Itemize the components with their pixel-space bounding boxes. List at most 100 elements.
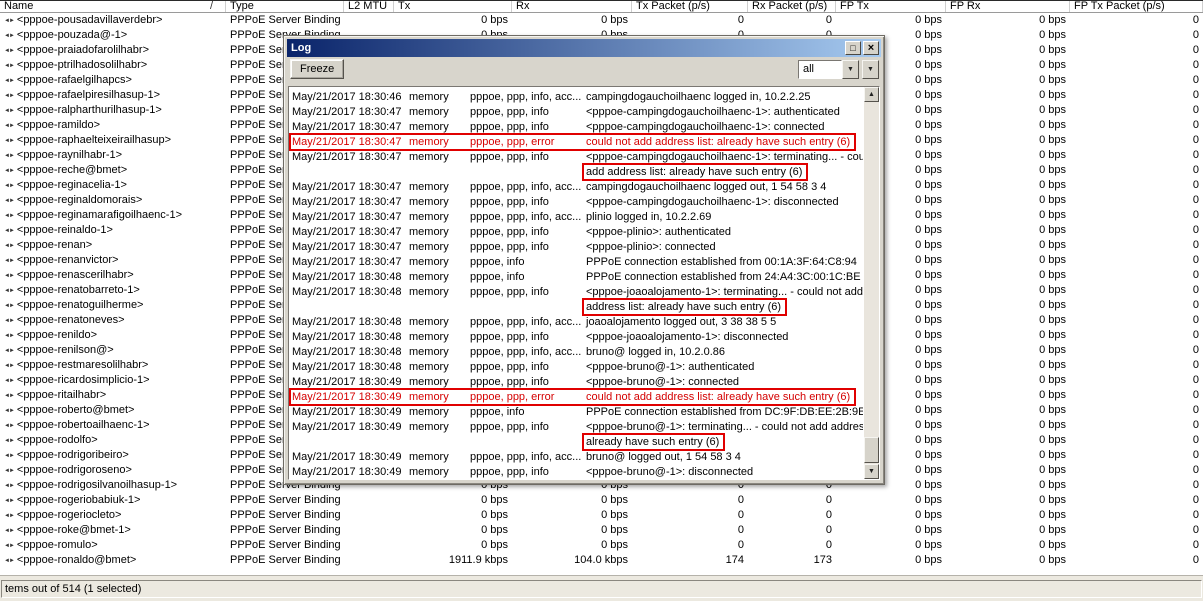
interface-icon: ◄► [4,288,15,294]
filter-dropdown-icon[interactable]: ▼ [842,59,859,79]
log-scrollbar[interactable]: ▲ ▼ [863,87,879,479]
column-header-fp-tx-packet-p-s-[interactable]: FP Tx Packet (p/s) [1070,1,1203,12]
log-row[interactable]: May/21/2017 18:30:49 memory pppoe, ppp, in… [292,420,863,435]
log-buffer: memory [409,451,449,463]
log-row[interactable]: already have such entry (6) [292,433,863,451]
log-time: May/21/2017 18:30:49 [292,421,402,433]
cell-fp-tx: 0 bps [915,554,942,566]
cell-name: ◄► <pppoe-ronaldo@bmet> [0,553,226,568]
log-row[interactable]: May/21/2017 18:30:47 memory pppoe, ppp, in… [292,180,863,195]
annotation-box [582,298,788,316]
log-row[interactable]: address list: already have such entry (6… [292,298,863,316]
log-time: May/21/2017 18:30:46 [292,91,402,103]
cell-fp-rx: 0 bps [1039,329,1066,341]
log-time: May/21/2017 18:30:47 [292,211,402,223]
cell-fp-rx: 0 bps [1039,314,1066,326]
log-row[interactable]: May/21/2017 18:30:48 memory pppoe, ppp, in… [292,315,863,330]
column-header-type[interactable]: Type [226,1,344,12]
log-time [292,435,409,450]
cell-name: ◄► <pppoe-rafaelpiresilhasup-1> [0,88,226,103]
interface-name: <pppoe-rafaelgilhapcs> [16,74,132,86]
log-row[interactable]: May/21/2017 18:30:47 memory pppoe, ppp, in… [292,150,863,165]
log-row-content: May/21/2017 18:30:47 memory pppoe, ppp, er… [289,133,857,151]
log-row[interactable]: May/21/2017 18:30:48 memory pppoe, info PPP… [292,270,863,285]
log-row[interactable]: May/21/2017 18:30:47 memory pppoe, ppp, in… [292,225,863,240]
log-row-content: May/21/2017 18:30:49 memory pppoe, ppp, er… [289,388,857,406]
column-header-fp-rx[interactable]: FP Rx [946,1,1070,12]
log-row[interactable]: May/21/2017 18:30:49 memory pppoe, ppp, in… [292,450,863,465]
log-topics: pppoe, ppp, info, acc... [470,346,582,358]
log-topics: pppoe, info [470,256,525,268]
scroll-down-button[interactable]: ▼ [864,464,879,479]
scrollbar-thumb[interactable] [864,437,879,463]
column-header-label: Rx Packet (p/s) [752,1,828,12]
log-row[interactable]: May/21/2017 18:30:49 memory pppoe, ppp, er… [289,388,863,406]
log-message: already have such entry (6) [582,433,726,451]
table-row[interactable]: ◄► <pppoe-rogeriocleto> PPPoE Server Bindi… [0,508,1203,523]
log-row[interactable]: May/21/2017 18:30:47 memory pppoe, info PPP… [292,255,863,270]
log-row[interactable]: add address list: already have such entr… [292,163,863,181]
cell-fp-tx: 0 bps [915,524,942,536]
log-row[interactable]: May/21/2017 18:30:47 memory pppoe, ppp, in… [292,240,863,255]
interface-icon: ◄► [4,213,15,219]
cell-tx-packet: 0 [737,494,744,506]
table-row[interactable]: ◄► <pppoe-pousadavillaverdebr> PPPoE Serve… [0,13,1203,28]
table-row[interactable]: ◄► <pppoe-ronaldo@bmet> PPPoE Server Bindi… [0,553,1203,568]
log-row[interactable]: May/21/2017 18:30:46 memory pppoe, ppp, in… [292,90,863,105]
close-button[interactable]: × [863,41,879,55]
log-row[interactable]: May/21/2017 18:30:47 memory pppoe, ppp, in… [292,105,863,120]
log-row[interactable]: May/21/2017 18:30:48 memory pppoe, ppp, in… [292,285,863,300]
interface-icon: ◄► [4,453,15,459]
interface-name: <pppoe-pousadavillaverdebr> [16,14,163,26]
log-row[interactable]: May/21/2017 18:30:47 memory pppoe, ppp, in… [292,120,863,135]
column-header-tx[interactable]: Tx [394,1,512,12]
interface-icon: ◄► [4,528,15,534]
log-row-content: May/21/2017 18:30:48 memory pppoe, info PPP… [292,270,861,285]
maximize-button[interactable]: □ [845,41,861,55]
filter-value[interactable]: all [798,59,842,79]
log-topics: pppoe, info [470,406,525,418]
log-row[interactable]: May/21/2017 18:30:47 memory pppoe, ppp, in… [292,210,863,225]
table-row[interactable]: ◄► <pppoe-rogeriobabiuk-1> PPPoE Server Bi… [0,493,1203,508]
log-message: <pppoe-campingdogauchoilhaenc-1>: authen… [586,106,840,118]
log-row[interactable]: May/21/2017 18:30:49 memory pppoe, info PPP… [292,405,863,420]
column-header-label: FP Tx [840,1,869,12]
cell-fp-rx: 0 bps [1039,224,1066,236]
table-row[interactable]: ◄► <pppoe-roke@bmet-1> PPPoE Server Bindin… [0,523,1203,538]
scroll-up-button[interactable]: ▲ [864,87,879,102]
log-row[interactable]: May/21/2017 18:30:48 memory pppoe, ppp, in… [292,345,863,360]
cell-rx-packet: 0 [825,539,832,551]
cell-name: ◄► <pppoe-praiadofarolilhabr> [0,43,226,58]
cell-name: ◄► <pppoe-reinaldo-1> [0,223,226,238]
log-message: add address list: already have such entr… [582,163,809,181]
topics-dropdown-button[interactable]: ▼ [862,59,879,79]
log-row-content: May/21/2017 18:30:47 memory pppoe, ppp, in… [292,240,716,255]
cell-name: ◄► <pppoe-roke@bmet-1> [0,523,226,538]
log-row[interactable]: May/21/2017 18:30:48 memory pppoe, ppp, in… [292,360,863,375]
column-header-rx[interactable]: Rx [512,1,632,12]
log-row[interactable]: May/21/2017 18:30:49 memory pppoe, ppp, in… [292,465,863,479]
column-header-tx-packet-p-s-[interactable]: Tx Packet (p/s) [632,1,748,12]
column-header-fp-tx[interactable]: FP Tx [836,1,946,12]
column-header-l2-mtu[interactable]: L2 MTU [344,1,394,12]
log-row[interactable]: May/21/2017 18:30:47 memory pppoe, ppp, in… [292,195,863,210]
cell-fp-tx-packet: 0 [1192,74,1199,86]
log-buffer: memory [409,406,449,418]
table-row[interactable]: ◄► <pppoe-romulo> PPPoE Server Binding 0 bp… [0,538,1203,553]
log-titlebar[interactable]: Log □ × [287,39,881,57]
filter-combobox[interactable]: all ▼ [798,59,859,79]
log-row[interactable]: May/21/2017 18:30:48 memory pppoe, ppp, in… [292,330,863,345]
column-header-rx-packet-p-s-[interactable]: Rx Packet (p/s) [748,1,836,12]
log-row[interactable]: May/21/2017 18:30:47 memory pppoe, ppp, er… [289,133,863,151]
log-row[interactable]: May/21/2017 18:30:49 memory pppoe, ppp, in… [292,375,863,390]
cell-name: ◄► <pppoe-renan> [0,238,226,253]
column-header-name[interactable]: Name / [0,1,226,12]
freeze-button[interactable]: Freeze [290,59,345,79]
cell-fp-rx: 0 bps [1039,89,1066,101]
log-row-content: May/21/2017 18:30:49 memory pppoe, ppp, in… [292,375,739,390]
cell-fp-tx-packet: 0 [1192,554,1199,566]
cell-fp-rx: 0 bps [1039,179,1066,191]
cell-fp-tx-packet: 0 [1192,359,1199,371]
cell-fp-tx-packet: 0 [1192,224,1199,236]
sort-indicator: / [209,1,213,12]
